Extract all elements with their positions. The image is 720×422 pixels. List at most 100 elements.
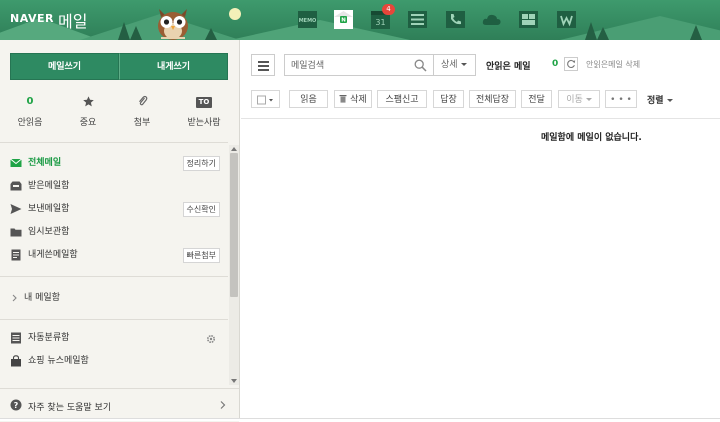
unread-mail-count: 0 bbox=[552, 59, 559, 69]
memo-icon-label: MEMO bbox=[299, 18, 317, 24]
sidebar: 메일쓰기 내게쓰기 0 안읽음 중요 첨부 TO 받는사람 전체메일 정리하기 … bbox=[0, 40, 240, 422]
mail-action-toolbar: 읽음 삭제 스팸신고 답장 전체답장 전달 이동 • • • 정렬 bbox=[241, 90, 720, 119]
folder-all-mail[interactable]: 전체메일 정리하기 bbox=[10, 153, 222, 173]
search-toolbar: 상세 안읽은 메일 0 안읽은메일 삭제 bbox=[241, 40, 720, 90]
inbox-icon bbox=[10, 180, 22, 192]
report-spam-button[interactable]: 스팸신고 bbox=[377, 90, 427, 108]
detailed-search-button[interactable]: 상세 bbox=[434, 54, 476, 76]
list-document-icon bbox=[10, 332, 22, 344]
gear-icon[interactable] bbox=[206, 332, 216, 352]
folder-drafts[interactable]: 임시보관함 bbox=[10, 222, 222, 242]
delete-label: 삭제 bbox=[350, 95, 367, 105]
mail-service-title[interactable]: 메일 bbox=[58, 8, 87, 32]
hamburger-icon bbox=[258, 69, 269, 71]
phone-icon[interactable] bbox=[445, 9, 466, 30]
calendar-badge: 4 bbox=[382, 4, 395, 15]
folder-inbox[interactable]: 받은메일함 bbox=[10, 176, 222, 196]
quick-filters: 0 안읽음 중요 첨부 TO 받는사람 bbox=[0, 95, 240, 135]
tree-decoration bbox=[585, 22, 597, 40]
moon-decoration bbox=[229, 8, 241, 20]
help-link[interactable]: ? 자주 찾는 도움말 보기 bbox=[0, 388, 239, 422]
contacts-icon[interactable] bbox=[407, 9, 428, 30]
scroll-up-icon[interactable] bbox=[231, 147, 237, 151]
more-actions-button[interactable]: • • • bbox=[605, 90, 637, 108]
search-box bbox=[284, 54, 434, 76]
folder-label: 보낸메일함 bbox=[28, 204, 70, 214]
reply-button[interactable]: 답장 bbox=[433, 90, 464, 108]
chevron-down-icon bbox=[460, 63, 467, 66]
tree-decoration bbox=[690, 25, 702, 40]
sort-button[interactable]: 정렬 bbox=[647, 93, 673, 106]
unread-mail-label[interactable]: 안읽은 메일 bbox=[486, 59, 531, 72]
folder-label: 자동분류함 bbox=[28, 333, 70, 343]
read-receipt-button[interactable]: 수신확인 bbox=[182, 202, 220, 217]
mail-app-icon[interactable]: N bbox=[333, 9, 354, 30]
memo-icon[interactable]: MEMO bbox=[297, 9, 318, 30]
naver-logo[interactable]: NAVER bbox=[10, 12, 54, 25]
scroll-down-icon[interactable] bbox=[231, 379, 237, 383]
folder-to-self[interactable]: 내게쓴메일함 빠른첨부 bbox=[10, 245, 222, 265]
top-header: NAVER 메일 MEMO N 31 4 bbox=[0, 0, 720, 40]
forward-button[interactable]: 전달 bbox=[521, 90, 552, 108]
svg-text:?: ? bbox=[14, 401, 19, 410]
my-mailbox-toggle[interactable]: 내 메일함 bbox=[10, 288, 222, 308]
delete-unread-link[interactable]: 안읽은메일 삭제 bbox=[586, 59, 640, 70]
move-label: 이동 bbox=[566, 95, 583, 105]
search-input[interactable] bbox=[291, 59, 409, 72]
tree-decoration bbox=[597, 27, 609, 40]
move-button[interactable]: 이동 bbox=[558, 90, 600, 108]
reply-all-button[interactable]: 전체답장 bbox=[469, 90, 516, 108]
chevron-down-icon bbox=[666, 99, 673, 102]
folder-label: 전체메일 bbox=[28, 158, 62, 168]
sidebar-scrollbar[interactable] bbox=[229, 145, 239, 385]
main-content: 상세 안읽은 메일 0 안읽은메일 삭제 읽음 삭제 스팸신고 답장 전체답장 … bbox=[241, 40, 720, 421]
quick-filter-unread[interactable]: 0 안읽음 bbox=[2, 95, 58, 128]
quick-filter-attachment[interactable]: 첨부 bbox=[114, 95, 170, 128]
scrollbar-thumb[interactable] bbox=[230, 153, 238, 297]
search-icon[interactable] bbox=[414, 59, 427, 75]
chevron-right-icon bbox=[219, 400, 227, 413]
quick-filter-important[interactable]: 중요 bbox=[60, 95, 116, 128]
detailed-search-label: 상세 bbox=[441, 60, 458, 70]
select-all-checkbox[interactable] bbox=[251, 90, 280, 108]
unread-count-badge: 0 bbox=[26, 96, 34, 107]
hamburger-icon bbox=[258, 65, 269, 67]
quick-attach-button[interactable]: 빠른첨부 bbox=[182, 248, 220, 263]
quick-filter-recipient[interactable]: TO 받는사람 bbox=[176, 95, 232, 128]
folder-shopping-news[interactable]: 쇼핑 뉴스메일함 bbox=[10, 351, 222, 371]
mark-read-button[interactable]: 읽음 bbox=[289, 90, 328, 108]
sort-label: 정렬 bbox=[647, 96, 664, 106]
hamburger-icon bbox=[258, 61, 269, 63]
folder-auto-sort[interactable]: 자동분류함 bbox=[10, 328, 222, 348]
compose-mail-button[interactable]: 메일쓰기 bbox=[10, 53, 119, 80]
tree-decoration bbox=[130, 26, 142, 40]
note-icon bbox=[10, 249, 22, 261]
folder-label: 내게쓴메일함 bbox=[28, 250, 78, 260]
divider bbox=[0, 319, 228, 320]
menu-toggle-button[interactable] bbox=[251, 54, 275, 76]
folder-sent[interactable]: 보낸메일함 수신확인 bbox=[10, 199, 222, 219]
paperclip-icon bbox=[114, 95, 170, 109]
quick-filter-label: 중요 bbox=[79, 118, 97, 128]
works-icon[interactable] bbox=[556, 9, 577, 30]
help-label: 자주 찾는 도움말 보기 bbox=[28, 403, 112, 413]
compose-buttons: 메일쓰기 내게쓰기 bbox=[10, 53, 228, 80]
folder-icon bbox=[10, 226, 22, 238]
divider bbox=[0, 142, 228, 143]
quick-filter-label: 첨부 bbox=[133, 118, 151, 128]
cloud-icon[interactable] bbox=[481, 9, 502, 30]
shopping-bag-icon bbox=[10, 355, 22, 367]
refresh-button[interactable] bbox=[564, 57, 578, 71]
delete-button[interactable]: 삭제 bbox=[334, 90, 372, 108]
calendar-icon-label: 31 bbox=[375, 18, 385, 27]
all-mail-icon bbox=[10, 157, 22, 169]
write-to-self-button[interactable]: 내게쓰기 bbox=[119, 53, 228, 80]
help-question-icon: ? bbox=[10, 399, 22, 414]
send-icon bbox=[10, 203, 22, 215]
organize-button[interactable]: 정리하기 bbox=[182, 156, 220, 171]
empty-mailbox-message: 메일함에 메일이 없습니다. bbox=[541, 133, 642, 143]
office-icon[interactable] bbox=[518, 9, 539, 30]
divider bbox=[0, 276, 228, 277]
owl-mascot-icon bbox=[153, 5, 193, 40]
folder-label: 임시보관함 bbox=[28, 227, 70, 237]
